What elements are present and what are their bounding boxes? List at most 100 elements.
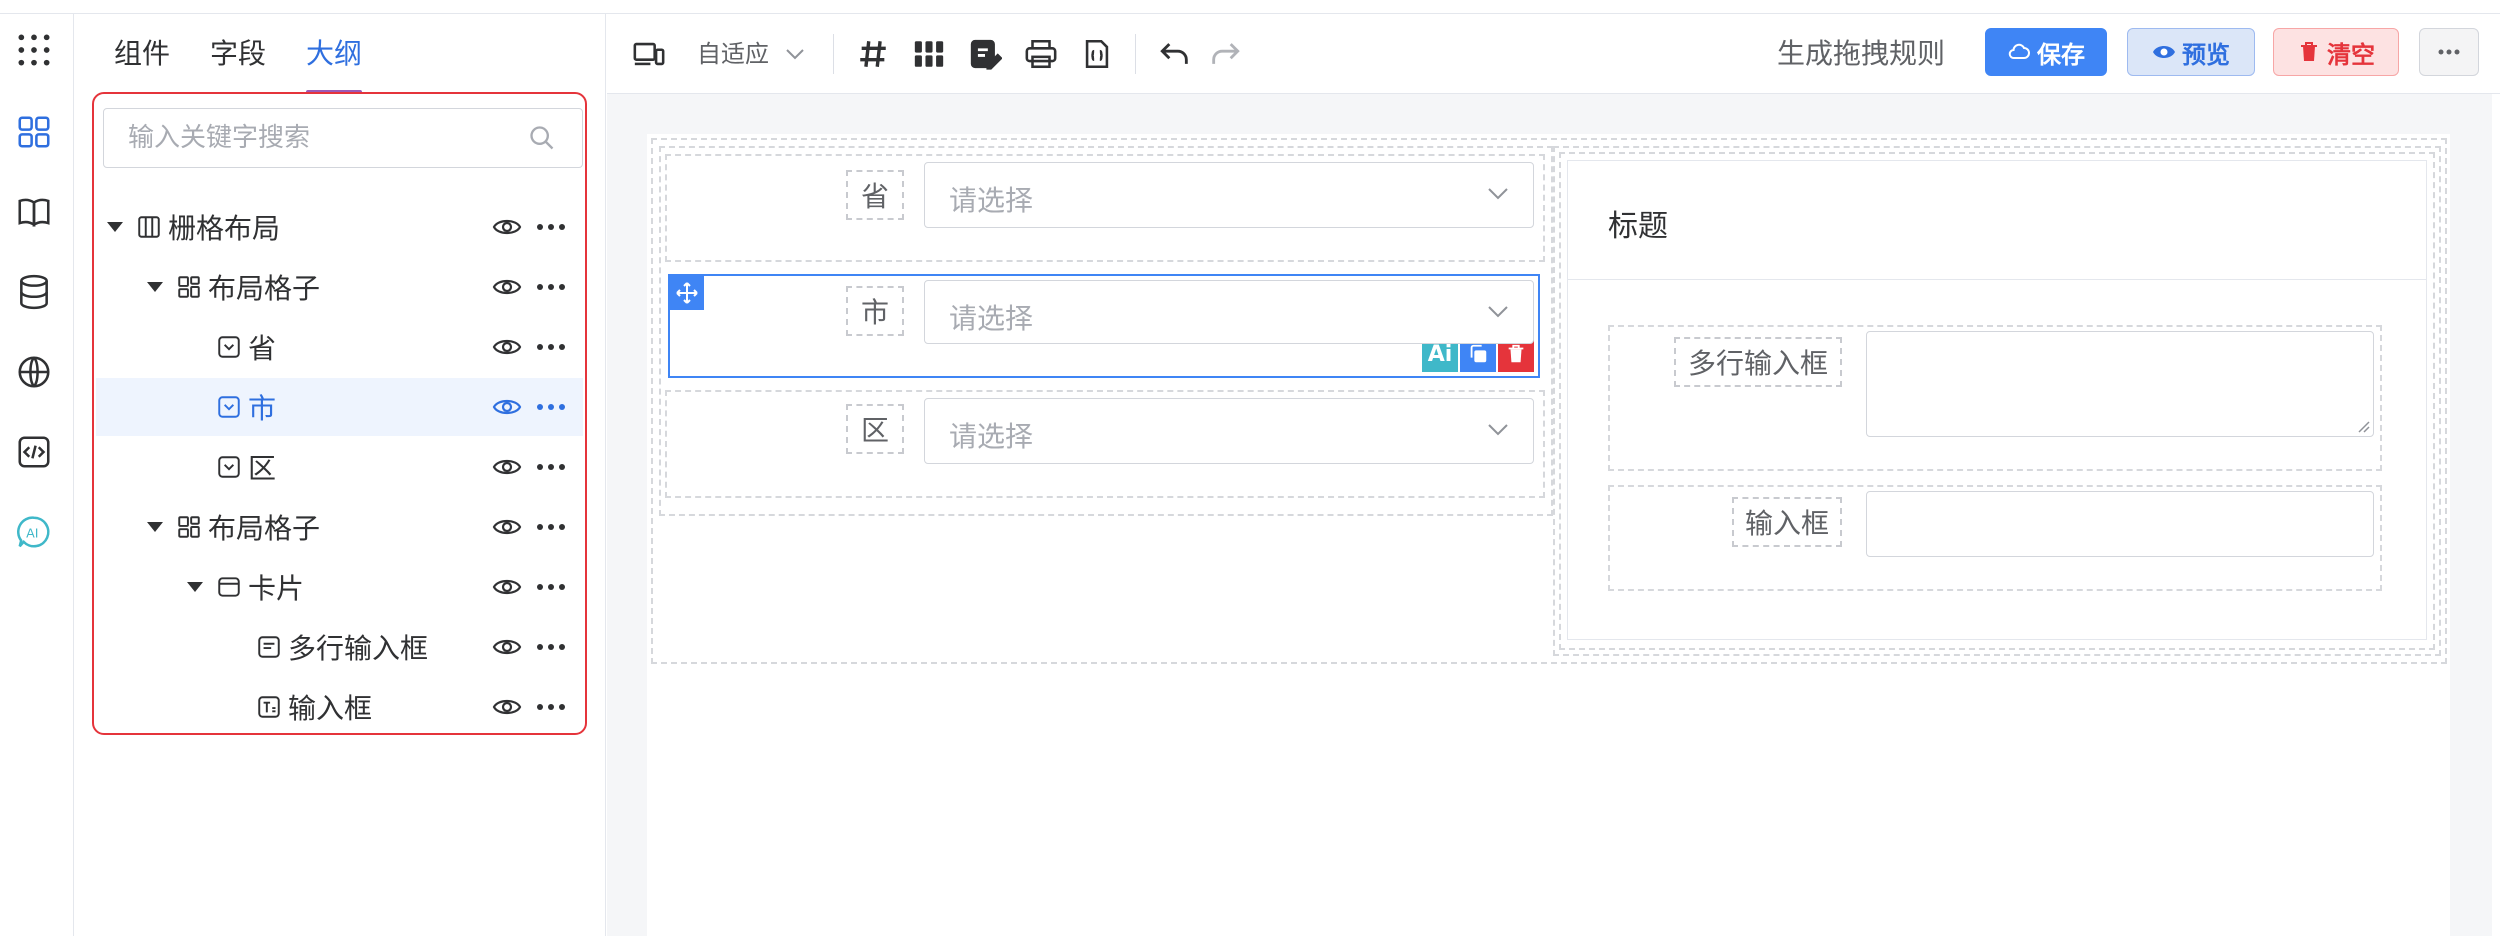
tree-node-layout-cell[interactable]: 布局格子 bbox=[96, 258, 583, 316]
tree-node-textarea[interactable]: 多行输入框 bbox=[96, 618, 583, 676]
resize-handle-icon[interactable] bbox=[2356, 419, 2370, 433]
grid-blocks-icon[interactable] bbox=[909, 34, 949, 74]
clear-button[interactable]: 清空 bbox=[2273, 28, 2399, 76]
toolbar-divider bbox=[1135, 34, 1136, 74]
left-icon-rail: AI bbox=[0, 14, 74, 936]
city-select[interactable]: 请选择 bbox=[924, 280, 1534, 344]
tab-fields[interactable]: 字段 bbox=[210, 34, 266, 74]
city-label: 市 bbox=[846, 286, 904, 336]
eye-icon[interactable] bbox=[492, 275, 522, 299]
canvas-right-edge bbox=[2492, 94, 2500, 936]
svg-text:AI: AI bbox=[26, 526, 38, 541]
more-icon[interactable] bbox=[536, 343, 566, 351]
components-icon[interactable] bbox=[14, 112, 54, 152]
select-field-icon bbox=[218, 336, 240, 358]
more-icon[interactable] bbox=[536, 583, 566, 591]
eye-icon[interactable] bbox=[492, 395, 522, 419]
eye-icon[interactable] bbox=[492, 695, 522, 719]
tree-node-layout-cell[interactable]: 布局格子 bbox=[96, 498, 583, 556]
more-icon[interactable] bbox=[536, 463, 566, 471]
tree-node-grid-layout[interactable]: 栅格布局 bbox=[96, 198, 583, 256]
apps-grid-icon[interactable] bbox=[14, 30, 54, 70]
eye-icon bbox=[2153, 46, 2175, 58]
chevron-down-icon[interactable] bbox=[785, 48, 805, 60]
more-icon[interactable] bbox=[536, 703, 566, 711]
more-icon bbox=[2438, 49, 2460, 55]
select-field-icon bbox=[218, 396, 240, 418]
database-icon[interactable] bbox=[14, 272, 54, 312]
more-icon[interactable] bbox=[536, 643, 566, 651]
tree-node-label: 布局格子 bbox=[208, 272, 321, 305]
designer-toolbar: 自适应 生成拖拽规则 保存 预览 清空 bbox=[607, 14, 2500, 94]
more-icon[interactable] bbox=[536, 283, 566, 291]
chevron-down-icon bbox=[1488, 424, 1508, 436]
eye-icon[interactable] bbox=[492, 215, 522, 239]
textarea-field[interactable] bbox=[1866, 331, 2374, 437]
caret-down-icon[interactable] bbox=[146, 520, 164, 534]
more-icon[interactable] bbox=[536, 523, 566, 531]
globe-icon[interactable] bbox=[14, 352, 54, 392]
district-placeholder: 请选择 bbox=[949, 420, 1034, 453]
province-select[interactable]: 请选择 bbox=[924, 162, 1534, 228]
generate-rules-link[interactable]: 生成拖拽规则 bbox=[1777, 34, 1945, 74]
tree-node-label: 栅格布局 bbox=[168, 212, 281, 245]
preview-button[interactable]: 预览 bbox=[2127, 28, 2255, 76]
tab-outline[interactable]: 大纲 bbox=[306, 34, 363, 94]
trash-icon bbox=[2301, 42, 2317, 61]
more-icon[interactable] bbox=[536, 223, 566, 231]
district-label: 区 bbox=[846, 404, 904, 454]
tree-node-district[interactable]: 区 bbox=[96, 438, 583, 496]
caret-down-icon[interactable] bbox=[146, 280, 164, 294]
layout-cell-icon bbox=[178, 516, 200, 538]
more-icon[interactable] bbox=[536, 403, 566, 411]
ai-assistant-icon[interactable]: AI bbox=[14, 512, 54, 552]
device-icon[interactable] bbox=[629, 34, 669, 74]
panel-tabs: 组件 字段 大纲 bbox=[74, 14, 606, 94]
card-divider bbox=[1568, 279, 2426, 280]
hash-icon[interactable] bbox=[853, 34, 893, 74]
edit-form-icon[interactable] bbox=[965, 34, 1005, 74]
eye-icon[interactable] bbox=[492, 335, 522, 359]
code-icon[interactable] bbox=[14, 432, 54, 472]
eye-icon[interactable] bbox=[492, 635, 522, 659]
print-icon[interactable] bbox=[1021, 34, 1061, 74]
tree-node-city[interactable]: 市 bbox=[96, 378, 583, 436]
window-top-strip bbox=[0, 0, 2500, 14]
design-canvas: 省 请选择 Ai 市 请选择 区 请选择 标题 多行输入框 输入框 bbox=[647, 134, 2450, 936]
search-input[interactable] bbox=[128, 109, 508, 167]
layout-cell-icon bbox=[178, 276, 200, 298]
tree-node-province[interactable]: 省 bbox=[96, 318, 583, 376]
search-icon[interactable] bbox=[528, 124, 556, 152]
tree-node-label: 布局格子 bbox=[208, 512, 321, 545]
book-icon[interactable] bbox=[14, 192, 54, 232]
textarea-icon bbox=[258, 636, 280, 658]
preview-label: 预览 bbox=[2182, 40, 2230, 69]
city-placeholder: 请选择 bbox=[949, 302, 1034, 335]
caret-down-icon[interactable] bbox=[186, 580, 204, 594]
card: 标题 多行输入框 输入框 bbox=[1567, 160, 2427, 640]
clear-label: 清空 bbox=[2327, 40, 2375, 69]
redo-icon[interactable] bbox=[1205, 34, 1245, 74]
tree-node-label: 市 bbox=[248, 392, 277, 425]
tab-components[interactable]: 组件 bbox=[114, 34, 170, 74]
trash-icon bbox=[1508, 344, 1524, 363]
tree-node-card[interactable]: 卡片 bbox=[96, 558, 583, 616]
eye-icon[interactable] bbox=[492, 455, 522, 479]
more-actions-button[interactable] bbox=[2419, 28, 2479, 76]
tree-node-label: 多行输入框 bbox=[288, 632, 429, 665]
undo-icon[interactable] bbox=[1155, 34, 1195, 74]
input-icon bbox=[258, 696, 280, 718]
caret-down-icon[interactable] bbox=[106, 220, 124, 234]
textarea-label: 多行输入框 bbox=[1674, 337, 1842, 387]
drag-handle-icon[interactable] bbox=[670, 276, 704, 310]
tree-node-input[interactable]: 输入框 bbox=[96, 678, 583, 736]
toolbar-divider bbox=[833, 34, 834, 74]
device-mode-select[interactable]: 自适应 bbox=[697, 36, 769, 72]
eye-icon[interactable] bbox=[492, 575, 522, 599]
input-field[interactable] bbox=[1866, 491, 2374, 557]
json-file-icon[interactable] bbox=[1077, 34, 1117, 74]
district-select[interactable]: 请选择 bbox=[924, 398, 1534, 464]
save-button[interactable]: 保存 bbox=[1985, 28, 2107, 76]
eye-icon[interactable] bbox=[492, 515, 522, 539]
cloud-icon bbox=[2008, 43, 2030, 59]
